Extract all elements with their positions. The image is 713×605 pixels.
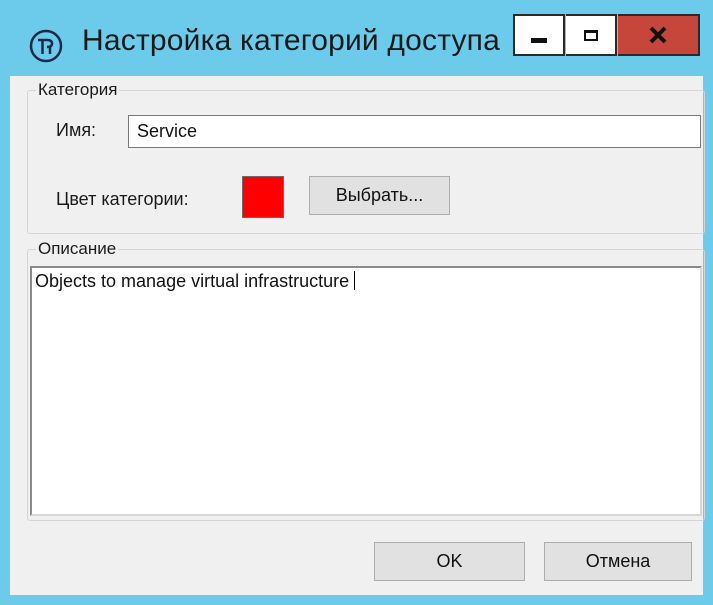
category-color-swatch bbox=[242, 176, 284, 218]
dialog-window: Настройка категорий доступа Категория Им… bbox=[0, 0, 713, 605]
close-icon bbox=[649, 26, 667, 44]
title-bar[interactable]: Настройка категорий доступа bbox=[0, 0, 713, 76]
name-field[interactable]: Service bbox=[128, 115, 701, 148]
cancel-button[interactable]: Отмена bbox=[544, 542, 692, 581]
text-cursor bbox=[354, 271, 356, 290]
minimize-icon bbox=[531, 37, 547, 43]
choose-color-button[interactable]: Выбрать... bbox=[309, 176, 450, 215]
window-title: Настройка категорий доступа bbox=[82, 24, 501, 57]
name-label: Имя: bbox=[56, 120, 97, 140]
description-textarea[interactable]: Objects to manage virtual infrastructure bbox=[30, 266, 702, 516]
description-text: Objects to manage virtual infrastructure bbox=[35, 271, 350, 291]
app-logo-icon bbox=[29, 29, 63, 63]
close-button[interactable] bbox=[618, 14, 700, 56]
maximize-icon bbox=[583, 29, 598, 41]
description-group-legend: Описание bbox=[36, 239, 119, 259]
dialog-client-area: Категория Имя: Service Цвет категории: В… bbox=[10, 76, 705, 595]
category-group-legend: Категория bbox=[36, 80, 120, 100]
maximize-button[interactable] bbox=[566, 14, 617, 56]
ok-button[interactable]: OK bbox=[374, 542, 525, 581]
minimize-button[interactable] bbox=[513, 14, 565, 56]
category-color-label: Цвет категории: bbox=[56, 189, 189, 209]
